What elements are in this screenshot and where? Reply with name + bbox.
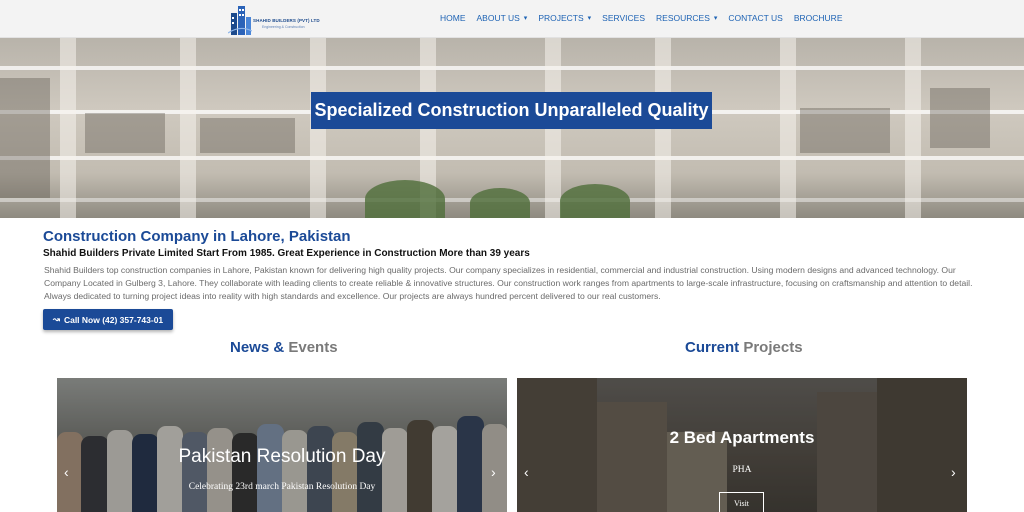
news-events-title: News & Events <box>230 339 338 356</box>
atrium-balcony <box>0 66 1024 70</box>
nav-label: RESOURCES <box>656 13 710 23</box>
atrium-pillar <box>905 38 921 218</box>
project-location: PHA <box>732 465 752 475</box>
chevron-down-icon: ▾ <box>523 15 528 22</box>
chevron-down-icon: ▾ <box>587 15 592 22</box>
nav-projects[interactable]: PROJECTS ▾ <box>538 13 591 23</box>
current-title-part: Current <box>685 339 740 356</box>
nav-label: HOME <box>440 13 466 23</box>
events-title-part: Events <box>288 339 338 356</box>
building-logo-icon <box>228 6 252 35</box>
logo-tagline: Engineering & Construction <box>262 25 305 29</box>
projects-title-part: Projects <box>739 339 803 356</box>
nav-contact-us[interactable]: CONTACT US <box>728 13 782 23</box>
call-now-button[interactable]: ↝ Call Now (42) 357-743-01 <box>43 309 173 330</box>
news-next-arrow-icon[interactable]: › <box>491 464 496 480</box>
atrium-window <box>200 118 295 153</box>
hero-banner: Specialized Construction Unparalleled Qu… <box>0 38 1024 218</box>
nav-label: ABOUT US <box>476 13 520 23</box>
logo-company-name: SHAHID BUILDERS (PVT) LTD <box>253 18 320 23</box>
atrium-pillar <box>180 38 196 218</box>
atrium-window <box>800 108 890 153</box>
atrium-tree <box>560 184 630 218</box>
main-nav: HOME ABOUT US ▾ PROJECTS ▾ SERVICES RESOUR… <box>440 13 854 23</box>
news-slide-title: Pakistan Resolution Day <box>178 446 386 467</box>
intro-subheading: Shahid Builders Private Limited Start Fr… <box>43 248 530 259</box>
news-title-amp: & <box>269 339 289 356</box>
news-title-part: News <box>230 339 270 356</box>
nav-brochure[interactable]: BROCHURE <box>794 13 843 23</box>
intro-heading: Construction Company in Lahore, Pakistan <box>43 228 351 245</box>
atrium-pillar <box>60 38 76 218</box>
nav-home[interactable]: HOME <box>440 13 466 23</box>
project-next-arrow-icon[interactable]: › <box>951 464 956 480</box>
nav-label: SERVICES <box>602 13 646 23</box>
atrium-pillar <box>780 38 796 218</box>
nav-resources[interactable]: RESOURCES ▾ <box>656 13 717 23</box>
nav-label: CONTACT US <box>728 13 783 23</box>
news-slide[interactable]: Pakistan Resolution Day Celebrating 23rd… <box>57 378 507 512</box>
nav-label: PROJECTS <box>538 13 584 23</box>
visit-button[interactable]: Visit <box>719 492 764 512</box>
nav-about-us[interactable]: ABOUT US ▾ <box>477 13 528 23</box>
project-slide[interactable]: 2 Bed Apartments PHA Visit ‹ › <box>517 378 967 512</box>
atrium-window <box>0 78 50 198</box>
phone-icon: ↝ <box>52 314 60 324</box>
hero-title: Specialized Construction Unparalleled Qu… <box>311 92 712 129</box>
intro-body: Shahid Builders top construction compani… <box>44 265 973 301</box>
project-prev-arrow-icon[interactable]: ‹ <box>524 464 529 480</box>
atrium-balcony <box>0 156 1024 160</box>
news-prev-arrow-icon[interactable]: ‹ <box>64 464 69 480</box>
atrium-tree <box>365 180 445 218</box>
current-projects-title: Current Projects <box>685 339 803 356</box>
company-logo[interactable]: SHAHID BUILDERS (PVT) LTD Engineering & … <box>228 3 320 35</box>
news-slide-text: Celebrating 23rd march Pakistan Resoluti… <box>188 482 376 492</box>
chevron-down-icon: ▾ <box>713 15 718 22</box>
call-now-label: Call Now (42) 357-743-01 <box>63 314 164 325</box>
atrium-tree <box>470 188 530 218</box>
site-header: SHAHID BUILDERS (PVT) LTD Engineering & … <box>0 0 1024 38</box>
nav-services[interactable]: SERVICES <box>602 13 645 23</box>
nav-label: BROCHURE <box>793 13 843 23</box>
atrium-window <box>930 88 990 148</box>
project-slide-title: 2 Bed Apartments <box>669 428 815 447</box>
atrium-window <box>85 113 165 153</box>
